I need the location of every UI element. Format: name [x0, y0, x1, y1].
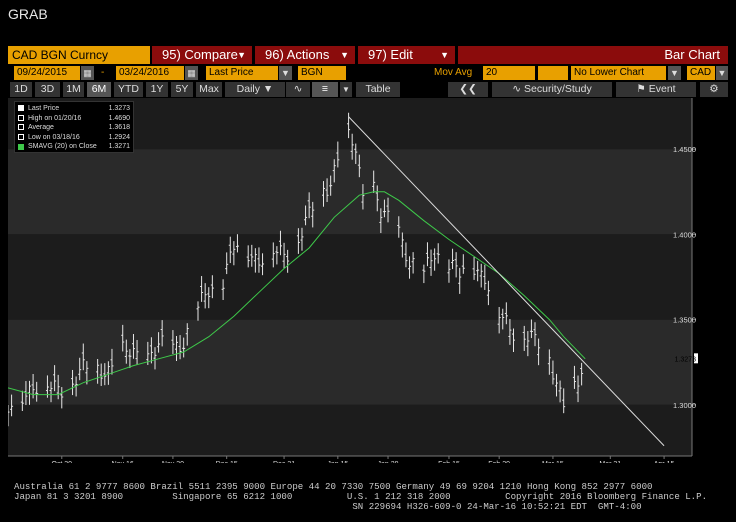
gear-icon[interactable]: ⚙ — [700, 82, 728, 97]
x-tick-label: Feb 15 — [438, 461, 460, 463]
x-tick-label: Jan 15 — [327, 461, 348, 463]
end-date-field[interactable]: 03/24/2016 — [116, 66, 184, 80]
x-tick-label: Mar 15 — [542, 461, 564, 463]
timeframe-1m[interactable]: 1M — [63, 82, 84, 97]
legend-value: 1.3271 — [108, 143, 130, 151]
source-field[interactable]: BGN — [298, 66, 346, 80]
legend-item: High on 01/20/16 1.4690 — [18, 114, 130, 124]
legend-swatch — [18, 133, 24, 140]
dropdown-arrow-icon[interactable]: ▼ — [716, 66, 728, 80]
y-tick-label: 1.4500 — [673, 145, 696, 154]
dropdown-arrow-icon[interactable]: ▼ — [668, 66, 681, 80]
legend-swatch — [18, 105, 24, 112]
actions-label: 96) Actions — [265, 47, 330, 62]
legend-swatch — [18, 114, 24, 121]
flag-icon: ⚑ — [636, 83, 646, 95]
table-button[interactable]: Table — [356, 82, 400, 97]
footer-line: SN 229694 H326-609-0 24-Mar-16 10:52:21 … — [14, 501, 642, 513]
legend-swatch — [18, 124, 24, 131]
timeframe-6m[interactable]: 6M — [87, 82, 111, 97]
dropdown-arrow-icon[interactable]: ▼ — [279, 66, 292, 80]
study-icon: ∿ — [512, 83, 522, 95]
chart-type-label: Bar Chart — [458, 46, 728, 64]
mov-avg-label: Mov Avg — [434, 67, 473, 78]
x-tick-label: Dec 31 — [273, 461, 295, 463]
legend-value: 1.4690 — [108, 114, 130, 122]
compare-label: 95) Compare — [162, 47, 238, 62]
actions-button[interactable]: 96) Actions ▼ — [255, 46, 355, 64]
mov-avg-field[interactable]: 20 — [483, 66, 535, 80]
legend-value: 1.3618 — [108, 124, 130, 132]
edit-label: 97) Edit — [368, 47, 413, 62]
lower-chart-selector[interactable]: No Lower Chart — [571, 66, 666, 80]
x-tick-label: Nov 30 — [162, 461, 184, 463]
currency-field[interactable]: CAD — [687, 66, 715, 80]
period-selector[interactable]: Daily ▼ — [225, 82, 285, 97]
bar-chart-icon[interactable]: ≡ — [312, 82, 338, 97]
legend-value: 1.3273 — [108, 105, 130, 112]
legend-item: Low on 03/18/16 1.2924 — [18, 133, 130, 143]
x-tick-label: Feb 29 — [488, 461, 510, 463]
dropdown-arrow-icon: ▼ — [237, 50, 246, 60]
legend-value: 1.2924 — [108, 133, 130, 141]
ticker-field[interactable]: CAD BGN Curncy — [8, 46, 150, 64]
timeframe-3d[interactable]: 3D — [35, 82, 60, 97]
legend-label: SMAVG (20) on Close — [28, 143, 97, 151]
chart-band — [8, 319, 692, 405]
x-tick-label: Jan 29 — [378, 461, 399, 463]
start-date-field[interactable]: 09/24/2015 — [14, 66, 80, 80]
x-tick-label: Apr 15 — [654, 461, 675, 463]
event-button[interactable]: ⚑ Event — [616, 82, 696, 97]
y-tick-label: 1.3000 — [673, 401, 696, 410]
dropdown-arrow-icon: ▼ — [340, 50, 349, 60]
mov-avg-type-field[interactable] — [538, 66, 568, 80]
edit-button[interactable]: 97) Edit ▼ — [358, 46, 455, 64]
collapse-icon[interactable]: ❮❮ — [448, 82, 488, 97]
y-tick-label: 1.3500 — [673, 316, 696, 325]
x-tick-label: Mar 31 — [599, 461, 621, 463]
date-separator: - — [101, 67, 105, 78]
x-tick-label: Oct 30 — [51, 461, 72, 463]
legend-item: Average 1.3618 — [18, 123, 130, 133]
dropdown-arrow-icon: ▼ — [440, 50, 449, 60]
legend-label: Average — [28, 124, 54, 132]
timeframe-max[interactable]: Max — [196, 82, 222, 97]
timeframe-1y[interactable]: 1Y — [146, 82, 168, 97]
timeframe-ytd[interactable]: YTD — [114, 82, 143, 97]
timeframe-1d[interactable]: 1D — [10, 82, 32, 97]
y-tick-label: 1.4000 — [673, 230, 696, 239]
legend-label: Low on 03/18/16 — [28, 133, 80, 141]
x-tick-label: Nov 16 — [112, 461, 134, 463]
legend-item: Last Price 1.3273 — [18, 104, 130, 114]
legend-swatch — [18, 143, 24, 150]
calendar-icon[interactable]: ▦ — [185, 66, 198, 80]
dropdown-arrow-icon[interactable]: ▼ — [340, 82, 352, 97]
line-chart-icon[interactable]: ∿ — [286, 82, 310, 97]
window-title: GRAB — [8, 6, 48, 22]
compare-button[interactable]: 95) Compare ▼ — [152, 46, 252, 64]
last-price-label: 1.3273 — [675, 356, 697, 363]
chart-band — [8, 404, 692, 456]
security-study-button[interactable]: ∿ Security/Study — [492, 82, 612, 97]
field-selector[interactable]: Last Price — [206, 66, 278, 80]
chart-band — [8, 234, 692, 320]
x-tick-label: Dec 15 — [216, 461, 238, 463]
timeframe-5y[interactable]: 5Y — [171, 82, 193, 97]
footer-contacts: Australia 61 2 9777 8600 Brazil 5511 239… — [14, 481, 707, 513]
chart-legend: Last Price 1.3273 High on 01/20/16 1.4690 Av… — [14, 101, 134, 153]
legend-label: Last Price — [28, 105, 60, 112]
legend-label: High on 01/20/16 — [28, 114, 82, 122]
calendar-icon[interactable]: ▦ — [81, 66, 94, 80]
legend-item: SMAVG (20) on Close 1.3271 — [18, 142, 130, 152]
chart-band — [8, 149, 692, 235]
